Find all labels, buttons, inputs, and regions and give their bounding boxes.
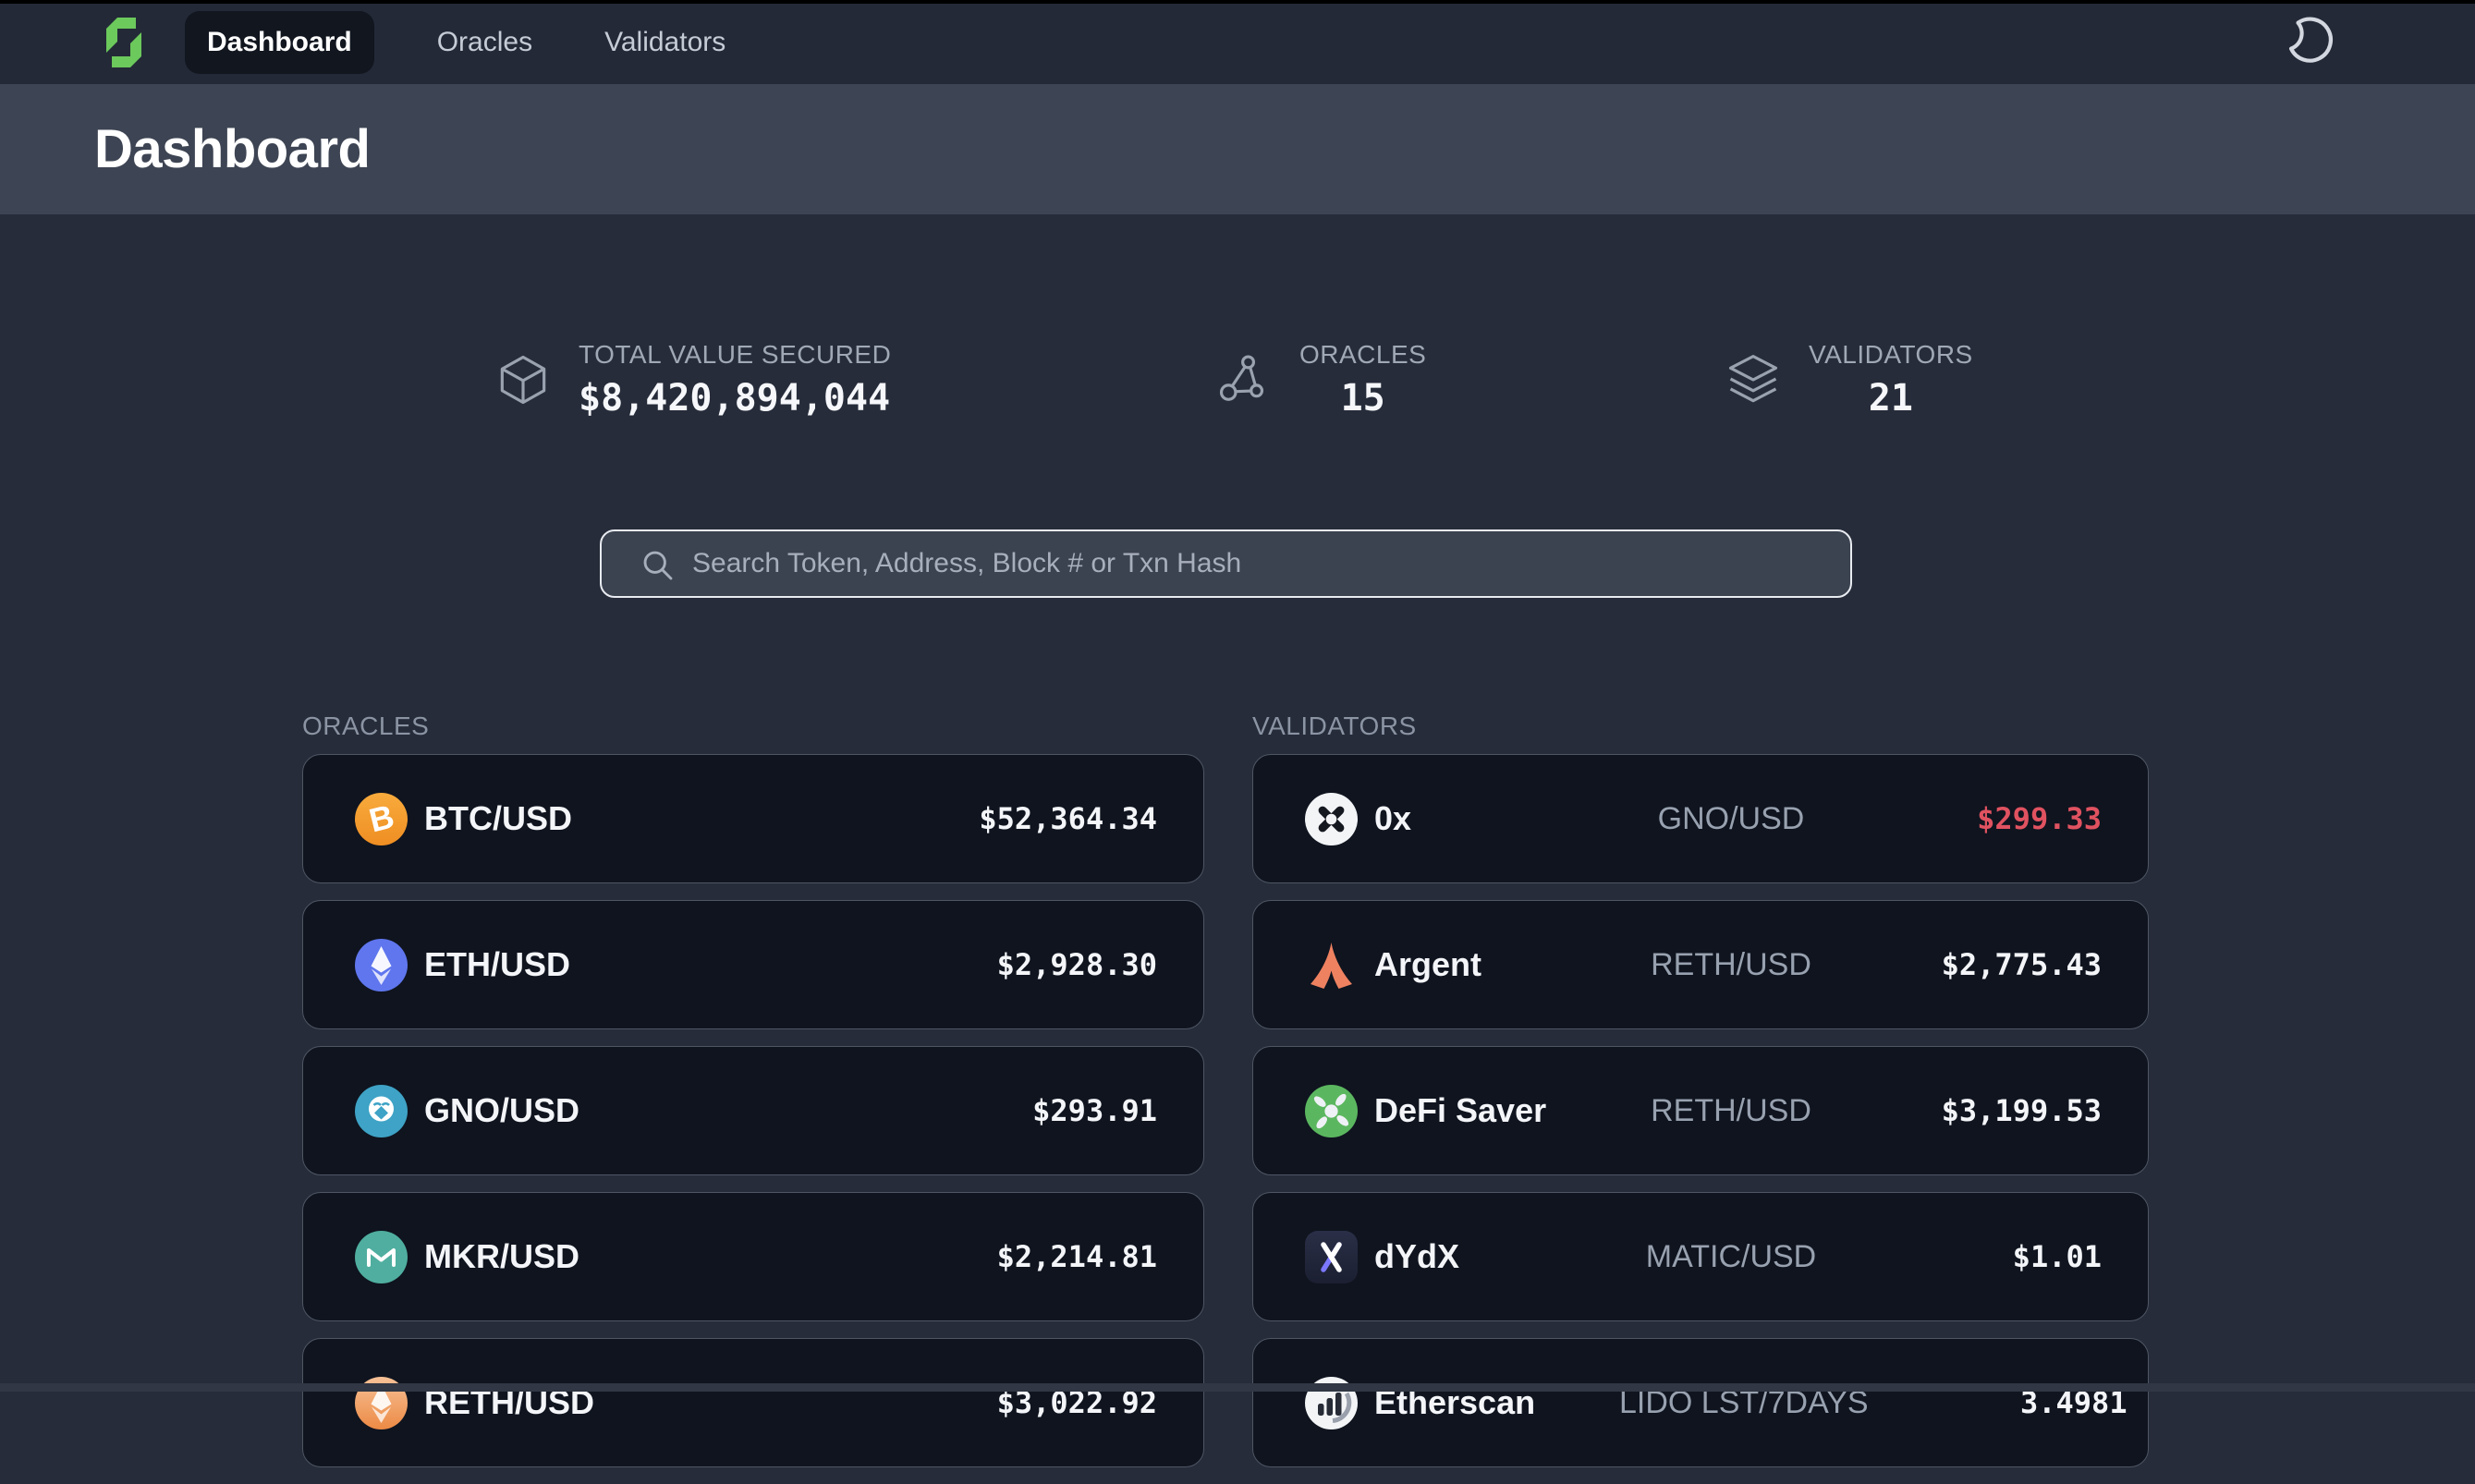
top-nav: Dashboard Oracles Validators [0,0,2475,84]
pair-symbol: MKR/USD [424,1237,579,1276]
dydx-icon [1305,1231,1358,1283]
stat-value: $8,420,894,044 [579,377,891,420]
validator-price: $3,199.53 [1843,1093,2102,1128]
search-section [600,529,1852,598]
validator-price: $2,775.43 [1843,947,2102,982]
page-header: Dashboard [0,84,2475,214]
theme-toggle-button[interactable] [2285,15,2340,70]
stat-value: 21 [1809,377,1973,420]
validator-name: dYdX [1374,1237,1459,1276]
stat-label: ORACLES [1299,340,1426,370]
btc-icon: B [355,793,408,845]
search-box[interactable] [600,529,1852,598]
nav-item-validators[interactable]: Validators [591,27,738,58]
validators-section-label: VALIDATORS [1252,712,2149,741]
oracles-column: ORACLES B BTC/USD $52,364.34 ETH/USD $2,… [302,712,1204,1484]
stat-validators: VALIDATORS 21 [1726,340,1973,420]
screen-edge-top [0,0,2475,4]
pair-price: $293.91 [579,1093,1157,1128]
nav-item-label: Validators [604,27,725,57]
oracle-row-reth[interactable]: RETH/USD $3,022.92 [302,1338,1204,1467]
nav-item-dashboard[interactable]: Dashboard [185,11,374,74]
validator-name: Argent [1374,945,1481,984]
validator-name: DeFi Saver [1374,1091,1546,1130]
pair-price: $2,214.81 [579,1239,1157,1274]
gno-icon [355,1085,408,1137]
validator-name: 0x [1374,799,1411,838]
validator-price: $299.33 [1843,801,2102,836]
brand-logo-icon [94,13,153,72]
pair-symbol: ETH/USD [424,945,570,984]
validator-pair: MATIC/USD [1619,1239,1843,1275]
oracle-row-btc[interactable]: B BTC/USD $52,364.34 [302,754,1204,883]
eth-icon [355,939,408,991]
pair-price: $2,928.30 [570,947,1157,982]
oracles-section-label: ORACLES [302,712,1204,741]
search-input[interactable] [602,531,1850,596]
page-title: Dashboard [94,118,370,180]
oracle-row-mkr[interactable]: MKR/USD $2,214.81 [302,1192,1204,1321]
pair-symbol: GNO/USD [424,1091,579,1130]
brand-logo[interactable] [94,13,153,72]
validator-row-0x[interactable]: 0x GNO/USD $299.33 [1252,754,2149,883]
oracle-row-eth[interactable]: ETH/USD $2,928.30 [302,900,1204,1029]
nav-item-label: Dashboard [207,27,352,58]
stat-label: TOTAL VALUE SECURED [579,340,891,370]
pair-price: $52,364.34 [572,801,1157,836]
validator-row-dydx[interactable]: dYdX MATIC/USD $1.01 [1252,1192,2149,1321]
argent-icon [1305,939,1358,991]
validator-row-etherscan[interactable]: Etherscan LIDO LST/7DAYS 3.4981 [1252,1338,2149,1467]
search-icon [637,544,679,587]
mkr-icon [355,1231,408,1283]
pair-symbol: BTC/USD [424,799,572,838]
oracle-row-gno[interactable]: GNO/USD $293.91 [302,1046,1204,1175]
stat-label: VALIDATORS [1809,340,1973,370]
stats-row: TOTAL VALUE SECURED $8,420,894,044 ORACL… [0,340,2475,420]
stat-value: 15 [1299,377,1426,420]
nodes-icon [1217,353,1271,407]
zrx-icon [1305,793,1358,845]
stat-total-value-secured: TOTAL VALUE SECURED $8,420,894,044 [496,340,1217,420]
layers-icon [1726,353,1780,407]
validator-price: $1.01 [1843,1239,2102,1274]
moon-icon [2285,13,2340,71]
validator-row-argent[interactable]: Argent RETH/USD $2,775.43 [1252,900,2149,1029]
stat-oracles: ORACLES 15 [1217,340,1726,420]
nav-item-oracles[interactable]: Oracles [424,27,545,58]
nav-item-label: Oracles [437,27,532,57]
validator-pair: RETH/USD [1619,1093,1843,1129]
cube-icon [496,353,550,407]
validator-pair: GNO/USD [1619,801,1843,837]
validator-pair: RETH/USD [1619,947,1843,983]
validators-column: VALIDATORS 0x GNO/USD $299.33 [1252,712,2149,1484]
screen-edge-bottom [0,1383,2475,1392]
defisaver-icon [1305,1085,1358,1137]
lists-section: ORACLES B BTC/USD $52,364.34 ETH/USD $2,… [302,712,2475,1484]
validator-row-defisaver[interactable]: DeFi Saver RETH/USD $3,199.53 [1252,1046,2149,1175]
